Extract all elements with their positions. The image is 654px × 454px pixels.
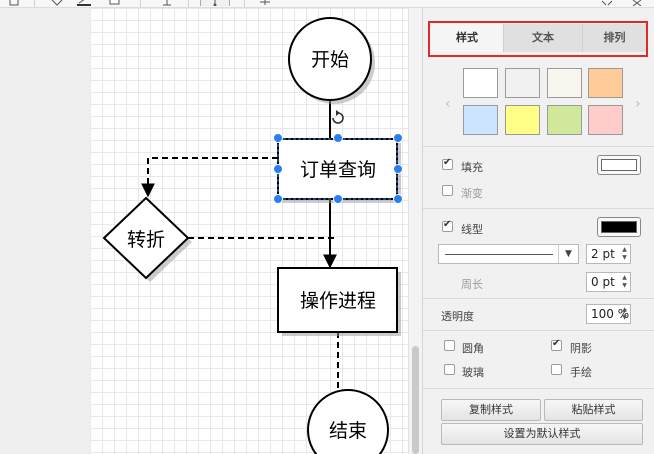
- sketch-checkbox[interactable]: [551, 364, 562, 375]
- style-swatch[interactable]: [463, 68, 498, 98]
- node-label: 结束: [329, 420, 367, 442]
- spinner-arrows-icon[interactable]: ▲ ▼: [620, 246, 629, 262]
- scrollbar-thumb[interactable]: [412, 346, 419, 454]
- style-swatch[interactable]: [463, 105, 498, 135]
- style-swatch[interactable]: [547, 105, 582, 135]
- paste-style-button[interactable]: 粘贴样式: [544, 399, 643, 421]
- perimeter-input[interactable]: 0 pt ▲ ▼: [586, 272, 631, 292]
- line-style-select[interactable]: ▼: [438, 244, 579, 264]
- opacity-input[interactable]: 100 % ▲ ▼: [586, 304, 631, 324]
- node-label: 开始: [311, 49, 349, 71]
- waypoint-icon[interactable]: [160, 0, 174, 6]
- fill-color-swatch: [601, 159, 637, 171]
- node-label: 操作进程: [300, 290, 376, 312]
- opacity-label: 透明度: [441, 310, 474, 323]
- fill-label: 填充: [461, 161, 483, 174]
- page-icon[interactable]: [8, 0, 20, 6]
- waypoint-icon[interactable]: [258, 0, 272, 6]
- toolbar-separator: [140, 0, 141, 7]
- rotate-icon[interactable]: [332, 110, 344, 124]
- spinner-arrows-icon[interactable]: ▲ ▼: [620, 306, 629, 322]
- line-color-icon[interactable]: [76, 0, 92, 6]
- gradient-checkbox[interactable]: [442, 185, 453, 196]
- tabs-highlight-box: [428, 21, 648, 57]
- style-swatch[interactable]: [505, 68, 540, 98]
- line-label: 线型: [461, 223, 483, 236]
- spinner-arrows-icon[interactable]: ▲ ▼: [620, 274, 629, 290]
- fill-color-button[interactable]: [597, 155, 641, 175]
- shadow-checkbox[interactable]: [551, 338, 562, 351]
- fill-checkbox[interactable]: [442, 157, 453, 170]
- close-icon[interactable]: [630, 0, 644, 6]
- chevron-right-icon[interactable]: ›: [635, 96, 641, 112]
- left-gutter: [0, 8, 90, 454]
- flowchart: 开始 订单查询 转折 操作进程 结束: [102, 17, 403, 454]
- copy-style-button[interactable]: 复制样式: [441, 399, 541, 421]
- format-panel: 样式 文本 排列 ‹ › 填充 渐变 线型 ▼: [422, 8, 654, 454]
- sketch-label: 手绘: [570, 366, 592, 379]
- rounded-checkbox[interactable]: [444, 340, 455, 351]
- style-swatch[interactable]: [505, 105, 540, 135]
- line-color-button[interactable]: [597, 217, 641, 237]
- diagram-canvas[interactable]: 开始 订单查询 转折 操作进程 结束: [90, 8, 408, 454]
- vertical-scrollbar[interactable]: [408, 8, 422, 454]
- line-width-value: 2 pt: [591, 247, 615, 261]
- set-default-style-button[interactable]: 设置为默认样式: [441, 423, 643, 445]
- section-divider: [423, 146, 654, 147]
- node-label: 转折: [127, 229, 165, 251]
- node-label: 订单查询: [300, 159, 376, 181]
- style-swatch[interactable]: [588, 68, 623, 98]
- line-color-swatch: [601, 221, 637, 233]
- section-divider: [423, 388, 654, 389]
- fullscreen-icon[interactable]: [600, 0, 614, 6]
- section-divider: [423, 330, 654, 331]
- style-swatch[interactable]: [588, 105, 623, 135]
- line-width-input[interactable]: 2 pt ▲ ▼: [586, 244, 631, 264]
- style-swatch[interactable]: [547, 68, 582, 98]
- top-toolbar: [0, 0, 654, 8]
- perimeter-label: 周长: [461, 278, 483, 291]
- glass-label: 玻璃: [462, 366, 484, 379]
- rounded-label: 圆角: [462, 342, 484, 355]
- section-divider: [423, 208, 654, 209]
- style-swatches: [461, 68, 629, 140]
- connector-order-turn[interactable]: [141, 157, 278, 198]
- gradient-label: 渐变: [461, 187, 483, 200]
- toolbar-separator: [244, 0, 245, 7]
- toolbar-separator: [188, 0, 189, 7]
- section-divider: [423, 298, 654, 299]
- shadow-label: 阴影: [570, 342, 592, 355]
- chevron-left-icon[interactable]: ‹: [445, 96, 451, 112]
- glass-checkbox[interactable]: [444, 364, 455, 375]
- chevron-down-icon: ▼: [558, 245, 578, 263]
- line-checkbox[interactable]: [442, 219, 453, 232]
- fill-color-icon[interactable]: [50, 0, 64, 6]
- perimeter-value: 0 pt: [591, 275, 615, 289]
- shadow-icon[interactable]: [108, 0, 122, 6]
- toolbar-separator: [34, 0, 35, 7]
- insert-icon[interactable]: [200, 0, 230, 6]
